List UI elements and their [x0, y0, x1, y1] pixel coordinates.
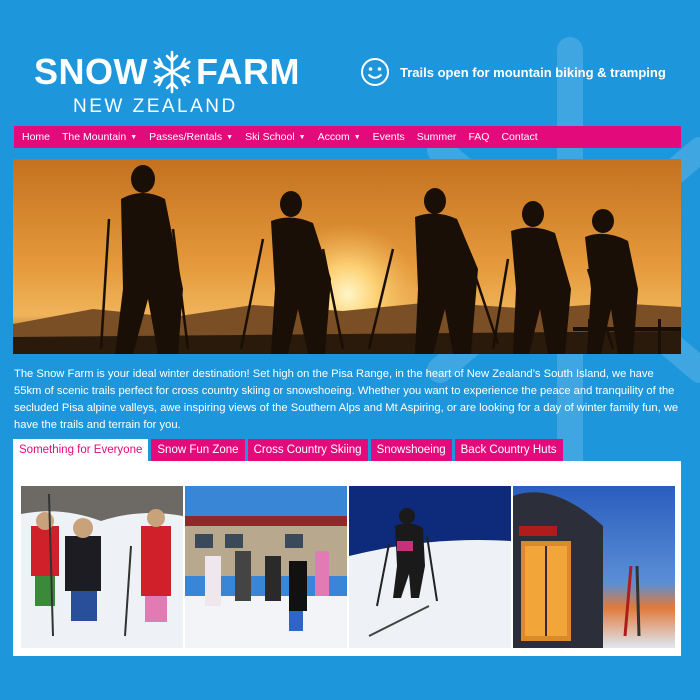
nav-label: Accom	[317, 131, 350, 143]
tab-cross-country-skiing[interactable]: Cross Country Skiing	[247, 439, 368, 461]
tab-something-for-everyone[interactable]: Something for Everyone	[13, 439, 149, 461]
nav-item-passes-rentals[interactable]: Passes/Rentals ▼	[149, 131, 233, 143]
main-nav: Home The Mountain ▼ Passes/Rentals ▼ Ski…	[14, 126, 681, 148]
nav-label: FAQ	[468, 131, 490, 143]
nav-item-accom[interactable]: Accom ▼	[318, 131, 361, 143]
intro-text: The Snow Farm is your ideal winter desti…	[14, 368, 679, 431]
nav-item-home[interactable]: Home	[22, 131, 50, 143]
nav-label: Summer	[416, 131, 457, 143]
logo-word-farm: FARM	[196, 51, 300, 92]
logo-word-snow: SNOW	[34, 51, 148, 92]
nav-item-ski-school[interactable]: Ski School ▼	[245, 131, 306, 143]
gallery-photo-group-lodge[interactable]	[185, 486, 347, 648]
nav-label: Ski School	[245, 131, 295, 143]
nav-item-events[interactable]: Events	[373, 131, 405, 143]
tab-back-country-huts[interactable]: Back Country Huts	[454, 439, 563, 461]
activity-tabs: Something for Everyone Snow Fun Zone Cro…	[13, 439, 563, 461]
nav-item-contact[interactable]: Contact	[501, 131, 537, 143]
tab-panel	[13, 461, 681, 656]
chevron-down-icon: ▼	[298, 133, 306, 141]
chevron-down-icon: ▼	[226, 133, 234, 141]
site-header: SNOW FARM NEW ZEALAND Trails open for mo	[0, 0, 700, 125]
gallery-photo-skier[interactable]	[349, 486, 511, 648]
gallery-photo-family-skiing[interactable]	[21, 486, 183, 648]
nav-label: The Mountain	[62, 131, 127, 143]
nav-item-faq[interactable]: FAQ	[468, 131, 489, 143]
nav-label: Home	[22, 131, 51, 143]
snowflake-icon	[153, 50, 191, 94]
gallery-photo-back-country-hut[interactable]	[513, 486, 675, 648]
logo-subtitle: NEW ZEALAND	[73, 96, 238, 117]
tab-snowshoeing[interactable]: Snowshoeing	[370, 439, 452, 461]
chevron-down-icon: ▼	[353, 133, 361, 141]
nav-item-the-mountain[interactable]: The Mountain ▼	[62, 131, 137, 143]
tab-snow-fun-zone[interactable]: Snow Fun Zone	[151, 439, 245, 461]
hero-image	[13, 159, 681, 354]
nav-label: Events	[372, 131, 405, 143]
photo-gallery	[21, 486, 675, 648]
trail-status-text: Trails open for mountain biking & trampi…	[400, 64, 666, 80]
nav-item-summer[interactable]: Summer	[417, 131, 457, 143]
site-logo[interactable]: SNOW FARM	[34, 50, 300, 94]
nav-label: Passes/Rentals	[149, 131, 223, 143]
smiley-icon	[361, 58, 389, 86]
chevron-down-icon: ▼	[130, 133, 138, 141]
trail-status[interactable]: Trails open for mountain biking & trampi…	[360, 57, 666, 87]
nav-label: Contact	[501, 131, 538, 143]
